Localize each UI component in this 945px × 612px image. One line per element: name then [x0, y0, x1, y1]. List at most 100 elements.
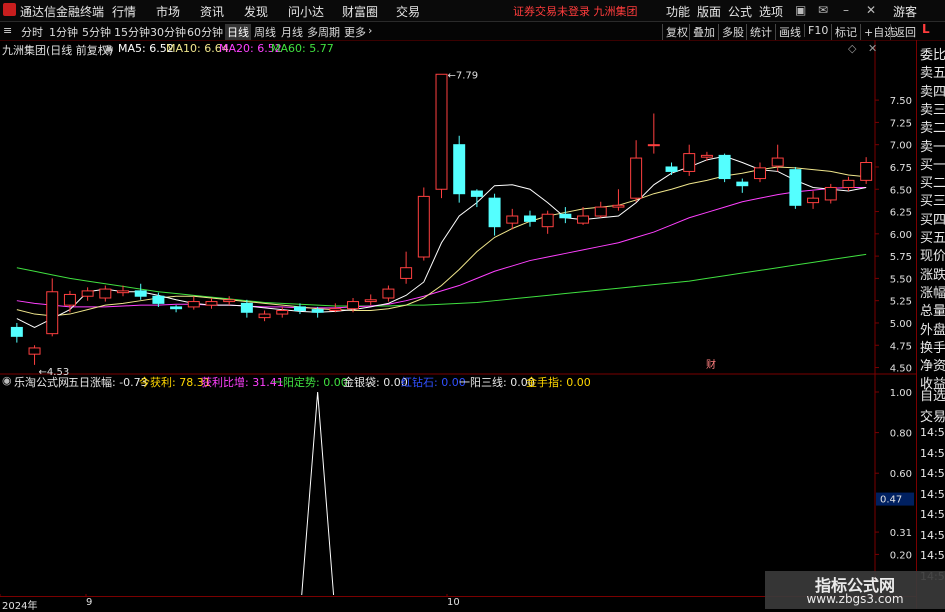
candle[interactable]	[400, 251, 413, 284]
candle[interactable]	[187, 296, 200, 310]
menu-quotes[interactable]: 行情	[112, 3, 136, 20]
chevron-right-icon[interactable]: ›	[368, 24, 372, 37]
candle[interactable]	[683, 144, 696, 176]
btn-f10[interactable]: F10	[804, 24, 828, 37]
menu-ask-xiaoda[interactable]: 问小达	[288, 3, 324, 20]
btn-draw[interactable]: 画线	[775, 24, 801, 40]
candle[interactable]	[630, 140, 643, 202]
watermark-url: www.zbgs3.com	[806, 592, 904, 606]
tick-time-label: 14:56	[920, 426, 945, 439]
menu-layout[interactable]: 版面	[697, 3, 721, 20]
tab-intraday[interactable]: 分时	[21, 24, 43, 40]
tab-more[interactable]: 更多	[344, 24, 366, 40]
candle[interactable]	[736, 178, 749, 193]
menu-function[interactable]: 功能	[666, 3, 690, 20]
panel-corner-label[interactable]: L	[922, 22, 930, 36]
btn-adjust[interactable]: 复权	[662, 24, 688, 40]
btn-stats[interactable]: 统计	[746, 24, 772, 40]
candle[interactable]	[718, 153, 731, 183]
candle[interactable]	[382, 285, 395, 302]
candle[interactable]	[10, 322, 23, 343]
hamburger-icon[interactable]: ≡	[3, 24, 12, 37]
tab-weekly[interactable]: 周线	[254, 24, 276, 40]
ind-5day-change: 五日涨幅: -0.73	[68, 376, 148, 389]
tick-time-label: 14:56	[920, 508, 945, 521]
menu-news[interactable]: 资讯	[200, 3, 224, 20]
candle[interactable]	[824, 183, 837, 204]
candle[interactable]	[170, 305, 183, 313]
candle[interactable]	[276, 306, 289, 318]
tab-multi-period[interactable]: 多周期	[307, 24, 340, 40]
menu-formula[interactable]: 公式	[728, 3, 752, 20]
menu-options[interactable]: 选项	[759, 3, 783, 20]
btn-mark[interactable]: 标记	[831, 24, 857, 40]
mail-icon[interactable]: ✉	[818, 3, 828, 17]
candle-body	[683, 153, 696, 172]
tab-30min[interactable]: 30分钟	[150, 24, 186, 40]
candle[interactable]	[134, 283, 147, 300]
candle[interactable]	[665, 162, 678, 175]
candle[interactable]	[435, 73, 448, 199]
candle[interactable]	[258, 310, 271, 322]
menu-trade[interactable]: 交易	[396, 3, 420, 20]
candle-body	[382, 288, 395, 299]
candle[interactable]	[453, 135, 466, 203]
candle[interactable]	[470, 189, 483, 208]
candle[interactable]	[240, 299, 253, 318]
candle[interactable]	[559, 207, 572, 224]
menu-market[interactable]: 市场	[156, 3, 180, 20]
candle[interactable]	[612, 189, 625, 211]
btn-back[interactable]: 返回	[890, 24, 916, 40]
candle-body	[435, 73, 448, 190]
quote-field-label: 买二	[920, 176, 945, 192]
kline-chart[interactable]: 7.50 7.25 7.00 6.75 6.50 6.25 6.00 5.75 5.50 5.25…	[0, 40, 916, 596]
tab-monthly[interactable]: 月线	[281, 24, 303, 40]
candle[interactable]	[647, 113, 660, 154]
skin-icon[interactable]: ▣	[795, 3, 806, 17]
candle[interactable]	[63, 290, 76, 313]
candle[interactable]	[523, 210, 536, 227]
tab-60min[interactable]: 60分钟	[187, 24, 223, 40]
candle[interactable]	[594, 201, 607, 218]
btn-overlay[interactable]: 叠加	[689, 24, 715, 40]
tab-daily[interactable]: 日线	[225, 24, 251, 40]
candle-body	[276, 309, 289, 315]
candle[interactable]	[46, 278, 59, 337]
quote-field-label: 现价	[920, 249, 945, 265]
candle[interactable]	[223, 296, 236, 306]
panel-tab[interactable]: 交易	[920, 406, 945, 425]
candle[interactable]	[364, 294, 377, 306]
tab-1min[interactable]: 1分钟	[49, 24, 78, 40]
candle[interactable]	[293, 303, 306, 315]
candle[interactable]	[488, 193, 501, 236]
candle[interactable]	[789, 166, 802, 209]
candle[interactable]	[842, 176, 855, 192]
candle[interactable]	[807, 191, 820, 209]
login-notice[interactable]: 证券交易未登录 九洲集团	[513, 3, 638, 19]
indicator-toggle-icon[interactable]: ◉	[2, 374, 12, 387]
tab-15min[interactable]: 15分钟	[114, 24, 150, 40]
candle[interactable]	[417, 187, 430, 261]
candle[interactable]	[860, 157, 873, 184]
close-chart-icon[interactable]: ✕	[868, 42, 877, 55]
ma-toggle-icon[interactable]: ◉	[104, 42, 114, 55]
settings-icon[interactable]: ◇	[848, 42, 856, 55]
candle[interactable]	[754, 162, 766, 183]
app-title: 通达信金融终端	[20, 5, 105, 19]
menu-discover[interactable]: 发现	[244, 3, 268, 20]
panel-tab[interactable]: 自选	[920, 385, 945, 404]
btn-multi-stock[interactable]: 多股	[718, 24, 744, 40]
candle[interactable]	[506, 208, 519, 230]
candle[interactable]	[99, 285, 112, 302]
close-icon[interactable]: ✕	[866, 3, 876, 17]
minimize-icon[interactable]: –	[843, 3, 849, 17]
guest-label[interactable]: 游客	[893, 3, 917, 20]
candle[interactable]	[28, 345, 41, 365]
candle[interactable]	[205, 298, 218, 309]
candle[interactable]	[541, 210, 554, 234]
candle[interactable]	[81, 287, 94, 301]
tab-5min[interactable]: 5分钟	[82, 24, 111, 40]
menu-wealth-circle[interactable]: 财富圈	[342, 3, 378, 20]
indicator-name[interactable]: 乐淘公式网	[14, 374, 69, 390]
candle-body	[223, 299, 236, 303]
